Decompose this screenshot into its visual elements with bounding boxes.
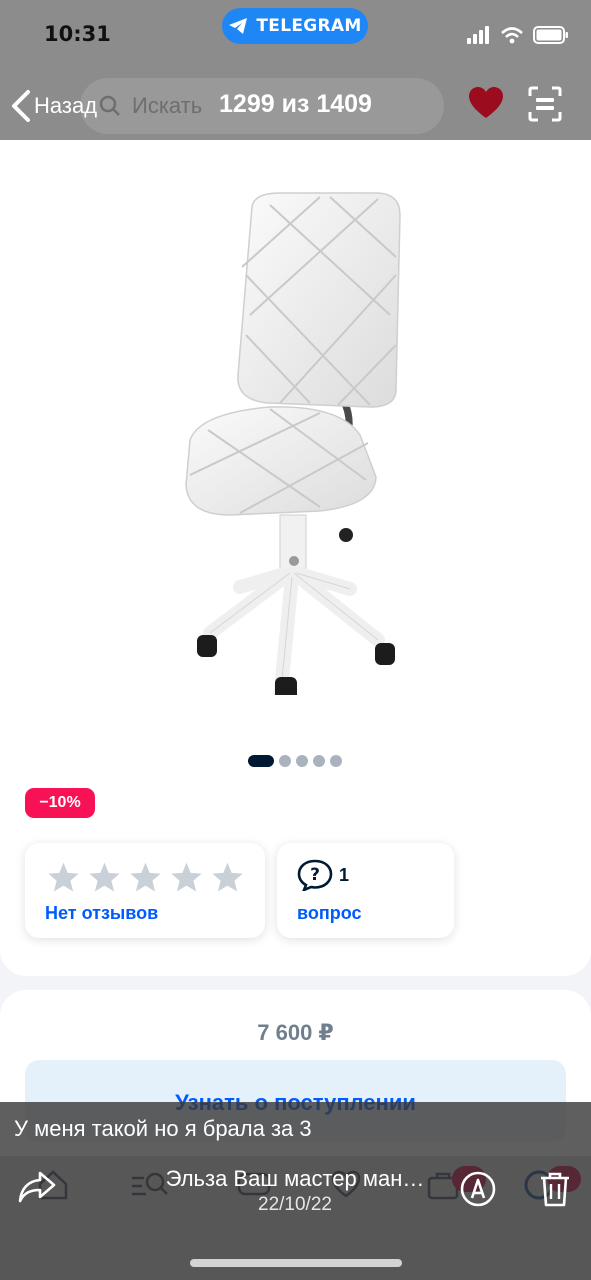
battery-icon: [533, 26, 568, 44]
discount-badge: −10%: [25, 788, 95, 818]
star-icon: [48, 862, 79, 892]
search-icon: [99, 95, 120, 116]
gallery-dot[interactable]: [296, 755, 308, 767]
gallery-dot-active[interactable]: [248, 755, 274, 767]
markup-button[interactable]: [459, 1170, 497, 1213]
questions-count: 1: [339, 864, 350, 885]
chevron-left-icon: [12, 90, 30, 122]
sender-name: Эльза Ваш мастер ман…: [165, 1166, 425, 1191]
scan-icon: [528, 86, 562, 122]
home-indicator[interactable]: [190, 1259, 402, 1267]
signal-icon: [467, 26, 489, 44]
message-date: 22/10/22: [258, 1194, 332, 1215]
star-icon: [171, 862, 202, 892]
scan-button[interactable]: [528, 86, 562, 127]
product-image[interactable]: [170, 185, 420, 695]
questions-link[interactable]: вопрос: [297, 903, 361, 924]
caption-text: У меня такой но я брала за 3: [14, 1116, 312, 1141]
status-icons: [467, 26, 569, 44]
gallery-dot[interactable]: [330, 755, 342, 767]
no-reviews-link[interactable]: Нет отзывов: [45, 903, 158, 924]
gallery-pagination[interactable]: [248, 755, 342, 767]
questions-count-row: ? 1: [297, 859, 349, 891]
telegram-return-pill[interactable]: TELEGRAM: [222, 8, 368, 44]
search-placeholder: Искать: [132, 93, 203, 118]
questions-tile[interactable]: ? 1 вопрос: [277, 843, 454, 938]
markup-pen-icon: [460, 1171, 496, 1207]
favorite-button[interactable]: [468, 86, 504, 125]
question-bubble-icon: ?: [297, 859, 333, 891]
gallery-dot[interactable]: [279, 755, 291, 767]
search-input[interactable]: Искать: [80, 78, 444, 134]
delete-button[interactable]: [538, 1170, 572, 1213]
share-button[interactable]: [18, 1170, 56, 1209]
star-icon: [212, 862, 243, 892]
rating-stars: [47, 861, 244, 893]
status-bar: 10:31 TELEGRAM: [0, 0, 591, 70]
viewer-nav-bar: Искать Назад 1299 из 1409: [0, 70, 591, 140]
star-icon: [89, 862, 120, 892]
gallery-dot[interactable]: [313, 755, 325, 767]
reviews-tile[interactable]: Нет отзывов: [25, 843, 265, 938]
telegram-pill-label: TELEGRAM: [256, 16, 362, 36]
telegram-icon: [229, 18, 248, 34]
status-time: 10:31: [44, 22, 111, 46]
back-label: Назад: [34, 93, 98, 118]
product-card: −10% Нет отзывов ? 1 вопрос: [0, 140, 591, 976]
trash-icon: [541, 1172, 569, 1207]
star-icon: [130, 862, 161, 892]
share-icon: [18, 1171, 56, 1203]
heart-icon: [469, 87, 503, 118]
product-price: 7 600 ₽: [257, 1020, 334, 1045]
back-button[interactable]: Назад: [10, 86, 97, 126]
photo-caption: У меня такой но я брала за 3: [0, 1102, 591, 1156]
heart-shape: [469, 87, 503, 118]
wifi-icon: [501, 26, 523, 43]
svg-text:?: ?: [310, 865, 320, 885]
